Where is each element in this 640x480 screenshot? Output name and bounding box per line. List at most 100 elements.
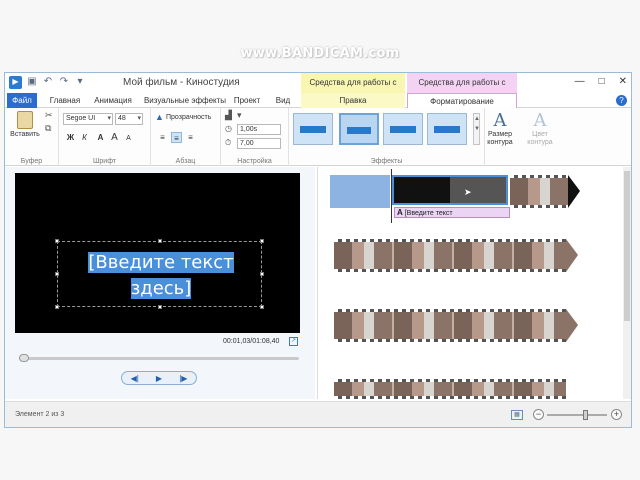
tab-file[interactable]: Файл: [7, 93, 37, 108]
caption-textbox[interactable]: [Введите текст здесь]: [55, 239, 264, 309]
zoom-out-button[interactable]: −: [533, 409, 544, 420]
group-effects: ▲ ▼ Эффекты: [289, 108, 485, 166]
window-title: Мой фильм - Киностудия: [123, 77, 240, 88]
paste-button[interactable]: Вставить: [9, 111, 41, 138]
font-color-button[interactable]: A: [95, 132, 106, 143]
video-clip-row-4[interactable]: [334, 379, 566, 399]
caption-line-1: [Введите текст: [88, 252, 234, 273]
quick-access-toolbar: ▶ ▣ ↶ ↷ ▾: [9, 76, 86, 89]
effects-scroll-button[interactable]: ▲ ▼: [473, 113, 480, 145]
clip-continue-marker: [566, 239, 578, 272]
save-icon[interactable]: ▣: [26, 76, 38, 88]
context-group-video-tools: Средства для работы с видео: [301, 73, 405, 107]
status-bar: Элемент 2 из 3 ▦ − +: [5, 401, 631, 427]
align-left-button[interactable]: ≡: [157, 132, 168, 143]
playhead[interactable]: [391, 169, 392, 223]
font-size-select[interactable]: 48: [115, 113, 143, 125]
cut-icon[interactable]: ✂: [45, 110, 53, 121]
zoom-slider[interactable]: [547, 410, 607, 420]
fullscreen-icon[interactable]: ↗: [289, 337, 298, 346]
tab-home[interactable]: Главная: [43, 93, 87, 108]
undo-icon[interactable]: ↶: [42, 76, 54, 88]
bandicam-watermark: www.BANDICAM.com: [240, 46, 400, 61]
paste-label: Вставить: [10, 131, 40, 138]
effect-thumb-4[interactable]: [427, 113, 467, 145]
group-label-paragraph: Абзац: [175, 158, 196, 165]
seek-thumb[interactable]: [19, 354, 29, 362]
outline-size-button[interactable]: A Размер контура: [481, 111, 519, 147]
video-clip-row-2[interactable]: [334, 239, 566, 272]
storyboard-scroll-thumb[interactable]: [624, 171, 630, 321]
timecode: 00:01,03/01:08,40: [223, 338, 280, 345]
title-clip[interactable]: [330, 175, 390, 208]
outline-color-label1: Цвет: [532, 131, 548, 138]
video-clip-row-3[interactable]: [334, 309, 566, 342]
caption-text: [Введите текст здесь]: [88, 250, 234, 302]
close-button[interactable]: ✕: [619, 76, 627, 87]
start-time-icon: ◷: [225, 124, 232, 133]
help-icon[interactable]: ?: [616, 95, 627, 106]
start-time-spinner[interactable]: 1,00s: [237, 124, 281, 135]
caption-line-2: здесь]: [130, 278, 192, 299]
effect-thumb-3[interactable]: [383, 113, 423, 145]
shrink-font-button[interactable]: A: [123, 133, 134, 144]
duration-spinner[interactable]: 7,00: [237, 138, 281, 149]
seek-bar[interactable]: [19, 354, 299, 362]
maximize-button[interactable]: □: [599, 76, 605, 87]
preview-pane: [Введите текст здесь] 00:01,03/01:08,40 …: [5, 167, 315, 399]
video-preview[interactable]: [Введите текст здесь]: [15, 173, 300, 333]
tab-format[interactable]: Форматирование: [407, 93, 517, 109]
play-icon[interactable]: ▶: [156, 374, 162, 383]
effect-thumb-2[interactable]: [339, 113, 379, 145]
storyboard: ➤ A [Введите текст: [317, 167, 631, 399]
window-controls: — □ ✕: [575, 76, 627, 87]
tab-animation[interactable]: Анимация: [89, 93, 137, 108]
app-window: ▶ ▣ ↶ ↷ ▾ Мой фильм - Киностудия Средств…: [4, 72, 632, 428]
clipboard-icon: [17, 111, 33, 129]
background-color-icon[interactable]: ▟: [225, 110, 232, 121]
clip-continue-marker: [566, 309, 578, 342]
group-label-adjust: Настройка: [237, 158, 272, 165]
copy-icon[interactable]: ⧉: [45, 123, 51, 134]
text-color-dropdown-icon[interactable]: ▾: [237, 110, 242, 121]
font-family-select[interactable]: Segoe UI: [63, 113, 113, 125]
video-clip-row-1[interactable]: [510, 175, 568, 208]
effect-thumb-1[interactable]: [293, 113, 333, 145]
thumbnail-size-icon[interactable]: ▦: [511, 410, 523, 420]
group-adjust: ▟ ▾ ◷ 1,00s ⏱ 7,00 Настройка: [221, 108, 289, 166]
italic-button[interactable]: К: [79, 132, 90, 143]
ribbon: Вставить ✂ ⧉ Буфер Segoe UI 48 Ж К A A A…: [5, 108, 631, 166]
mouse-cursor-icon: ➤: [464, 187, 472, 197]
tab-visual-effects[interactable]: Визуальные эффекты: [141, 93, 229, 108]
tab-view[interactable]: Вид: [269, 93, 297, 108]
group-label-font: Шрифт: [92, 158, 117, 165]
next-frame-icon[interactable]: |▶: [179, 374, 187, 383]
text-overlay-strip[interactable]: A [Введите текст: [394, 207, 510, 218]
outline-size-label2: контура: [487, 139, 513, 146]
outline-color-button[interactable]: A Цвет контура: [521, 111, 559, 147]
selected-clip[interactable]: ➤: [392, 175, 508, 205]
group-paragraph: ▲ Прозрачность ≡ ≡ ≡ Абзац: [151, 108, 221, 166]
customize-toolbar-icon[interactable]: ▾: [74, 76, 86, 88]
minimize-button[interactable]: —: [575, 76, 585, 87]
storyboard-scrollbar[interactable]: [623, 167, 631, 399]
align-center-button[interactable]: ≡: [171, 132, 182, 143]
outline-size-icon: A: [493, 110, 507, 131]
grow-font-button[interactable]: A: [109, 132, 120, 143]
outline-size-label1: Размер: [487, 131, 513, 138]
transparency-button[interactable]: Прозрачность: [166, 114, 211, 121]
zoom-slider-thumb[interactable]: [583, 410, 588, 420]
align-right-button[interactable]: ≡: [185, 132, 196, 143]
outline-color-label2: контура: [527, 139, 553, 146]
group-label-effects: Эффекты: [370, 158, 403, 165]
tab-edit[interactable]: Правка: [301, 93, 405, 108]
status-item-count: Элемент 2 из 3: [15, 411, 65, 418]
transparency-icon: ▲: [155, 112, 164, 122]
redo-icon[interactable]: ↷: [58, 76, 70, 88]
bold-button[interactable]: Ж: [65, 132, 76, 143]
tab-project[interactable]: Проект: [231, 93, 263, 108]
title-bar: ▶ ▣ ↶ ↷ ▾ Мой фильм - Киностудия Средств…: [5, 73, 631, 107]
zoom-in-button[interactable]: +: [611, 409, 622, 420]
previous-frame-icon[interactable]: ◀|: [131, 374, 139, 383]
text-overlay-label: [Введите текст: [404, 210, 453, 217]
